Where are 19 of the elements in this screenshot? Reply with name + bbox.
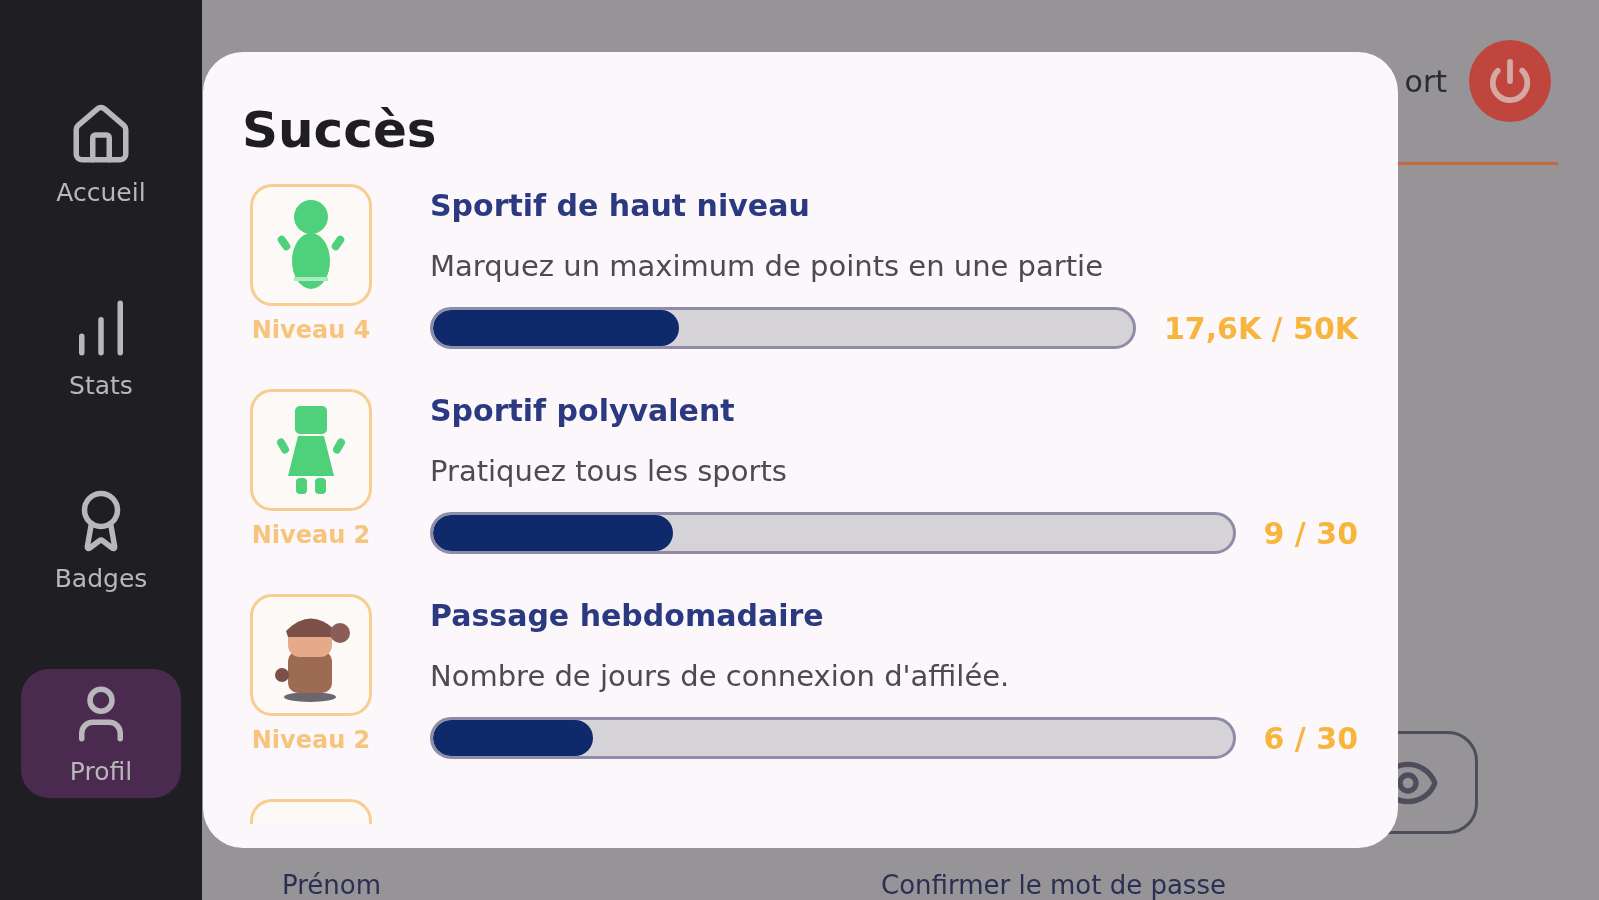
- level-label: Niveau 2: [251, 726, 371, 754]
- level-label: Niveau 2: [251, 521, 371, 549]
- nav-item[interactable]: Accueil: [21, 90, 181, 219]
- header-text: ort: [1404, 63, 1447, 99]
- achievement-title: Sportif de haut niveau: [430, 188, 811, 223]
- achievement-title: Passage hebdomadaire: [430, 598, 825, 633]
- achievement-description: Nombre de jours de connexion d'affilée.: [430, 659, 1011, 693]
- nav-item[interactable]: Profil: [21, 669, 181, 798]
- achievement-description: Marquez un maximum de points en une partie: [430, 249, 1104, 283]
- nav-item[interactable]: Badges: [21, 476, 181, 605]
- field-label: Confirmer le mot de passe: [881, 870, 1226, 900]
- progress-reading: 9 / 30: [1263, 515, 1358, 551]
- field-label: Prénom: [282, 870, 382, 900]
- progress-reading: 6 / 30: [1263, 720, 1358, 756]
- achievement-description: Pratiquez tous les sports: [430, 454, 788, 488]
- nav-item[interactable]: Stats: [21, 283, 181, 412]
- achievement-title: Sportif polyvalent: [430, 393, 736, 428]
- level-label: Niveau 4: [251, 316, 371, 344]
- dialog-title: Succès: [242, 100, 438, 160]
